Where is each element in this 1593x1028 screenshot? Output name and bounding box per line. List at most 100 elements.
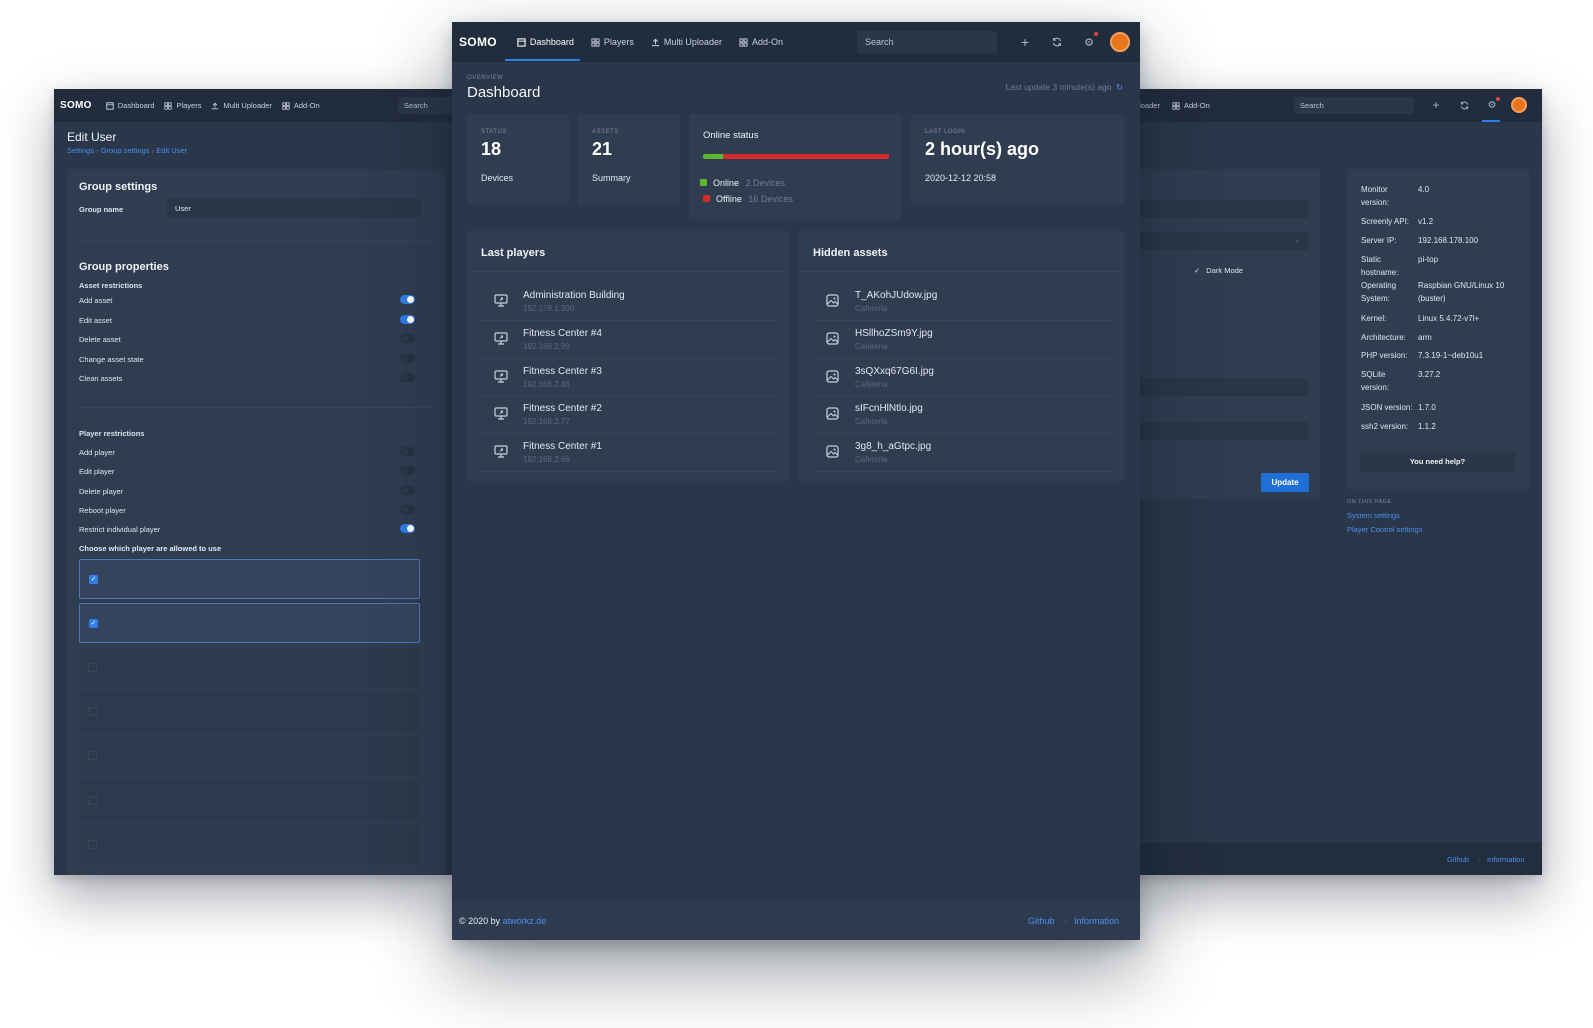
brand-logo[interactable]: SOMO [459,35,497,49]
nav-multi-uploader[interactable]: Multi Uploader [211,101,272,110]
toggle-switch[interactable] [400,373,415,382]
footer-github-link[interactable]: Github [1447,855,1469,864]
nav-addon[interactable]: Add-On [739,37,783,47]
checkbox-icon[interactable] [88,662,97,672]
toggle-switch[interactable] [400,504,415,514]
text-input[interactable] [1122,422,1308,440]
copyright-text: © 2020 by [459,916,501,926]
nav-dashboard-label: Dashboard [529,37,574,47]
search-input[interactable]: Search [1294,97,1414,114]
system-info-key: SQLite version: [1361,370,1390,392]
group-settings-heading: Group settings [79,181,158,193]
update-button[interactable]: Update [1261,473,1309,492]
link-system-settings[interactable]: System settings [1347,511,1400,520]
brand-logo[interactable]: SOMO [60,100,92,111]
breadcrumb-group-settings[interactable]: Group settings [101,146,150,155]
list-item[interactable]: Administration Building 192.178.1.200 [481,283,775,321]
breadcrumb-edit-user[interactable]: Edit User [156,146,187,155]
player-option[interactable]: ✓ [79,559,420,599]
checkbox-checked-icon[interactable]: ✓ [89,619,98,629]
avatar[interactable] [1110,32,1130,52]
list-item[interactable]: Fitness Center #2 192.168.2.77 [481,396,775,435]
breadcrumb-settings[interactable]: Settings [67,146,94,155]
nav-players[interactable]: Players [591,37,634,47]
page-title: Dashboard [467,84,541,101]
help-button[interactable]: You need help? [1360,452,1515,472]
dashboard-window: SOMO Dashboard Players Multi Uploader Ad… [452,22,1140,940]
player-option[interactable] [79,736,420,777]
nav-addon[interactable]: Add-On [1172,101,1210,110]
author-link[interactable]: atworkz.de [503,916,547,926]
text-input[interactable] [1122,200,1308,218]
divider [79,407,433,408]
edit-user-window: SOMO Dashboard Players Multi Uploader Ad… [54,89,454,875]
list-item[interactable]: Fitness Center #1 192.168.2.66 [481,434,775,473]
checkbox-icon[interactable] [88,795,97,805]
toggle-switch[interactable] [400,314,415,324]
list-item[interactable]: T_AKohJUdow.jpg Cafeteria [813,283,1110,321]
nav-multi-uploader[interactable]: Multi Uploader [651,37,722,47]
checkbox-icon[interactable] [88,751,97,761]
footer-information-link[interactable]: Information [1487,855,1525,864]
footer-github-link[interactable]: Github [1028,916,1055,926]
add-icon[interactable]: + [1430,98,1442,112]
last-update-text: Last update 3 minute(s) ago [1005,82,1112,92]
timezone-select[interactable]: rlin⌄ [1122,232,1308,250]
system-info-key: Operating System: [1361,281,1397,303]
toggle-switch[interactable] [400,524,415,534]
restriction-label: Add asset [79,296,113,305]
list-item[interactable]: Fitness Center #3 192.168.2.88 [481,359,775,397]
player-option[interactable] [79,647,420,688]
asset-name: T_AKohJUdow.jpg [855,290,938,301]
asset-name: 3g8_h_aGtpc.jpg [855,441,932,453]
player-option[interactable] [79,780,420,821]
toggle-switch[interactable] [400,295,415,304]
system-info-value: v1.2 [1418,217,1434,226]
footer: © 2020 by atworkz.de Github · Informatio… [452,902,1140,940]
nav-dashboard[interactable]: Dashboard [106,101,154,110]
system-info-value: pi-top [1418,255,1439,264]
toggle-switch[interactable] [400,334,415,343]
nav-players-label: Players [603,37,634,47]
player-option[interactable] [79,824,420,865]
system-info-key: Kernel: [1361,314,1387,323]
search-input[interactable]: Search [857,31,997,53]
text-input[interactable] [1122,378,1308,396]
toggle-switch[interactable] [400,466,415,476]
list-item[interactable]: sIFcnHlNtlo.jpg Cafeteria [813,396,1110,435]
assets-caption: Summary [592,173,631,183]
checkbox-checked-icon[interactable]: ✓ [89,575,98,584]
nav-addon-label: Add-On [293,101,320,110]
list-item[interactable]: HSllhoZSm9Y.jpg Cafeteria [813,321,1110,359]
player-option[interactable] [79,691,420,732]
avatar[interactable] [1511,97,1527,113]
dashboard-icon [106,101,114,110]
last-login-label: LAST LOGIN [925,129,966,135]
addon-icon [739,37,748,47]
nav-players[interactable]: Players [164,101,201,110]
list-item[interactable]: 3sQXxq67G6I.jpg Cafeteria [813,359,1110,397]
player-option[interactable]: ✓ [79,603,420,644]
footer-information-link[interactable]: Information [1074,916,1119,926]
refresh-icon[interactable] [1458,99,1470,111]
nav-addon[interactable]: Add-On [282,101,320,110]
list-item[interactable]: Fitness Center #4 192.168.2.99 [481,321,775,359]
add-icon[interactable]: + [1018,34,1032,50]
dark-mode-checkbox[interactable]: ✓ Dark Mode [1194,266,1243,275]
checkbox-icon[interactable] [88,706,97,716]
asset-location: Cafeteria [855,304,888,313]
toggle-switch[interactable] [400,485,415,495]
search-input[interactable]: Search [398,97,454,114]
group-name-input[interactable]: User [167,199,421,217]
nav-dashboard[interactable]: Dashboard [517,37,574,47]
status-label: STATUS [481,129,507,135]
refresh-icon[interactable]: ↻ [1116,82,1123,92]
toggle-switch[interactable] [400,447,415,456]
list-item[interactable]: 3g8_h_aGtpc.jpg Cafeteria [813,434,1110,473]
gear-icon[interactable]: ⚙ [1082,35,1096,49]
toggle-switch[interactable] [400,353,415,363]
dashboard-icon [517,37,526,47]
checkbox-icon[interactable] [88,839,97,849]
refresh-icon[interactable] [1050,35,1064,49]
link-player-control-settings[interactable]: Player Control settings [1347,525,1422,534]
